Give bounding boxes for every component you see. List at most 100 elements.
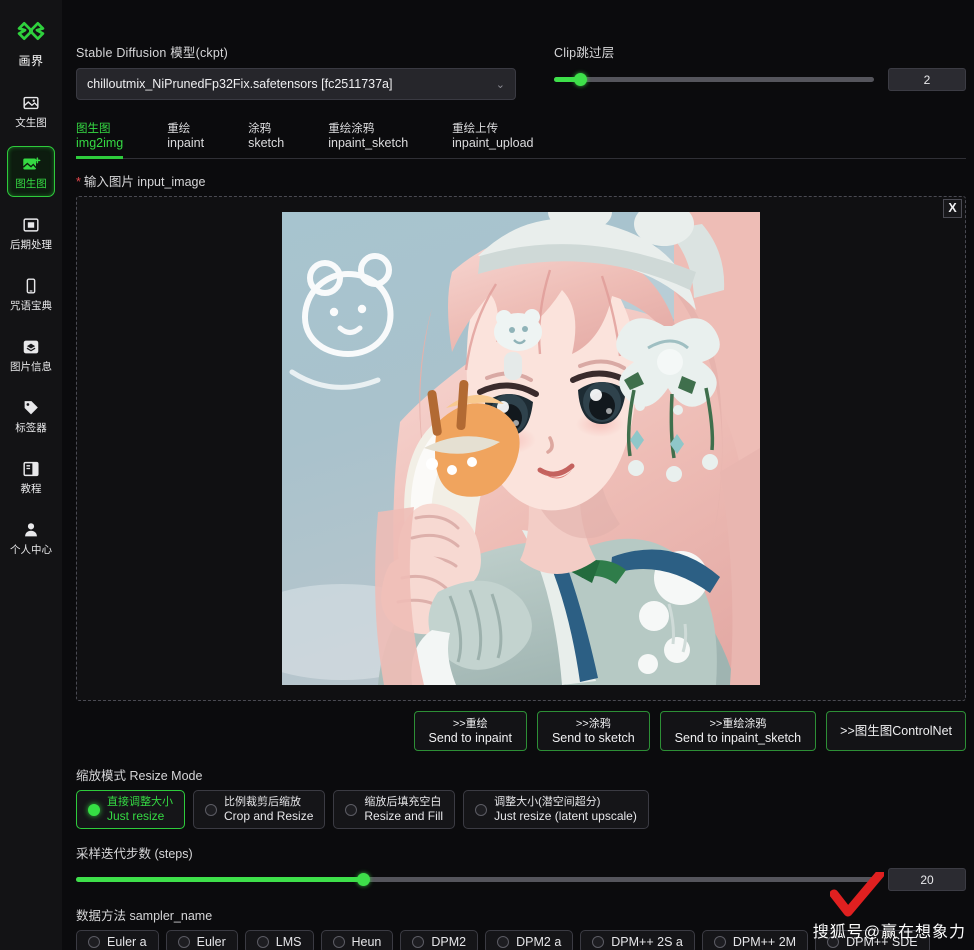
- tab-label-en: inpaint_sketch: [328, 136, 409, 150]
- model-select-value: chilloutmix_NiPrunedFp32Fix.safetensors …: [87, 77, 393, 91]
- model-selector-group: Stable Diffusion 模型(ckpt) chilloutmix_Ni…: [76, 42, 516, 100]
- option-label-en: DPM2: [431, 935, 467, 949]
- clip-skip-group: Clip跳过层 2: [554, 42, 966, 100]
- sampler-option-heun[interactable]: Heun: [320, 930, 394, 950]
- button-label-en: Send to inpaint_sketch: [674, 731, 802, 745]
- option-label-cn: 比例裁剪后缩放: [224, 796, 301, 808]
- radio-dot-icon: [177, 936, 190, 948]
- annotation-checkmark-icon: [830, 872, 884, 917]
- resize-mode-resize-and-fill[interactable]: 缩放后填充空白 Resize and Fill: [333, 790, 456, 829]
- steps-label: 采样迭代步数 (steps): [76, 847, 193, 861]
- send-to-sketch-button[interactable]: >>涂鸦 Send to sketch: [536, 711, 650, 751]
- resize-mode-just-resize[interactable]: 直接调整大小 Just resize: [76, 790, 185, 829]
- button-label-cn: >>涂鸦: [575, 718, 611, 730]
- sidebar-item-img2img[interactable]: 图生图: [7, 146, 55, 197]
- clip-skip-slider[interactable]: [554, 73, 874, 86]
- option-label-en: DPM2 a: [516, 935, 562, 949]
- sidebar-item-label: 咒语宝典: [10, 300, 52, 312]
- sidebar-item-label: 后期处理: [10, 239, 52, 251]
- button-label-cn: >>重绘: [452, 718, 488, 730]
- radio-dot-icon: [88, 936, 100, 948]
- postprocess-icon: [23, 218, 39, 232]
- input-image-label: 输入图片 input_image: [83, 175, 206, 189]
- tab-label-en: inpaint_upload: [452, 136, 534, 150]
- tab-label-cn: 涂鸦: [248, 123, 272, 135]
- radio-dot-icon: [412, 936, 425, 948]
- sampler-option-dpm2[interactable]: DPM2: [400, 930, 479, 950]
- image-info-icon: [23, 340, 39, 354]
- sidebar-item-tutorial[interactable]: 教程: [7, 451, 55, 502]
- model-select[interactable]: chilloutmix_NiPrunedFp32Fix.safetensors …: [76, 68, 516, 100]
- tab-label-en: inpaint: [167, 136, 205, 150]
- tab-sketch[interactable]: 涂鸦 sketch: [248, 120, 284, 158]
- sampler-option-dpm2-a[interactable]: DPM2 a: [485, 930, 574, 950]
- sidebar-item-label: 个人中心: [10, 544, 52, 556]
- sidebar-item-postprocess[interactable]: 后期处理: [7, 207, 55, 258]
- button-label: >>图生图ControlNet: [840, 724, 952, 738]
- tab-inpaint-upload[interactable]: 重绘上传 inpaint_upload: [452, 120, 533, 158]
- radio-dot-icon: [332, 936, 345, 948]
- radio-dot-icon: [205, 803, 217, 816]
- button-label-en: Send to inpaint: [428, 731, 512, 745]
- sidebar-item-label: 教程: [20, 483, 42, 495]
- tab-img2img[interactable]: 图生图 img2img: [76, 120, 124, 159]
- sampler-option-dpm-2s-a[interactable]: DPM++ 2S a: [580, 930, 695, 950]
- clip-skip-label: Clip跳过层: [554, 46, 615, 60]
- sidebar-item-label: 标签器: [15, 422, 47, 434]
- sidebar-item-label: 图片信息: [10, 361, 52, 373]
- option-label-en: Just resize (latent upscale): [494, 809, 637, 823]
- steps-value[interactable]: 20: [888, 868, 966, 891]
- button-label-cn: >>重绘涂鸦: [709, 718, 767, 730]
- sidebar-item-prompt-book[interactable]: 咒语宝典: [7, 268, 55, 319]
- option-label-en: Heun: [351, 935, 382, 949]
- input-image-label-row: * 输入图片 input_image: [76, 171, 966, 190]
- input-image-preview: [282, 212, 760, 685]
- steps-slider-fill: [76, 877, 364, 882]
- sidebar-item-user-account[interactable]: 个人中心: [7, 512, 55, 563]
- option-label-en: DPM++ 2M: [732, 935, 797, 949]
- resize-mode-crop-and-resize[interactable]: 比例裁剪后缩放 Crop and Resize: [193, 790, 326, 829]
- tab-label-en: sketch: [248, 136, 285, 150]
- sampler-option-lms[interactable]: LMS: [244, 930, 314, 950]
- send-to-inpaint-button[interactable]: >>重绘 Send to inpaint: [413, 711, 527, 751]
- close-icon[interactable]: X: [943, 199, 962, 218]
- radio-dot-icon: [345, 803, 358, 816]
- option-label-cn: 直接调整大小: [107, 796, 173, 808]
- sampler-option-euler-a[interactable]: Euler a: [76, 930, 159, 950]
- radio-dot-icon: [497, 936, 510, 948]
- input-image-panel[interactable]: X: [76, 196, 966, 701]
- sidebar-item-text2img[interactable]: 文生图: [7, 85, 55, 136]
- app-logo[interactable]: 画界: [14, 10, 48, 69]
- button-label-en: Send to sketch: [551, 731, 635, 745]
- option-label-en: Euler a: [107, 935, 147, 949]
- sidebar: 画界 文生图 图生图 后期处理 咒语宝典 图片信息 标签器 教程 个人中心: [0, 0, 62, 950]
- sampler-option-euler[interactable]: Euler: [165, 930, 238, 950]
- send-to-controlnet-button[interactable]: >>图生图ControlNet: [826, 711, 966, 751]
- resize-mode-group: 直接调整大小 Just resize 比例裁剪后缩放 Crop and Resi…: [76, 790, 966, 829]
- tab-inpaint[interactable]: 重绘 inpaint: [167, 120, 204, 158]
- steps-slider-handle[interactable]: [357, 873, 371, 886]
- tab-label-cn: 重绘: [167, 123, 191, 135]
- watermark-text: 搜狐号@赢在想象力: [812, 924, 966, 941]
- app-root: 画界 文生图 图生图 后期处理 咒语宝典 图片信息 标签器 教程 个人中心 St…: [0, 0, 974, 950]
- clip-skip-slider-handle[interactable]: [573, 73, 587, 86]
- radio-dot-icon: [592, 936, 605, 948]
- resize-mode-latent-upscale[interactable]: 调整大小(潜空间超分) Just resize (latent upscale): [463, 790, 649, 829]
- sidebar-item-image-info[interactable]: 图片信息: [7, 329, 55, 380]
- steps-slider[interactable]: [76, 873, 874, 886]
- sidebar-item-tagger[interactable]: 标签器: [7, 390, 55, 441]
- chevron-down-icon: ⌄: [495, 78, 505, 91]
- option-label-en: Euler: [196, 935, 226, 949]
- img2img-tabs: 图生图 img2img 重绘 inpaint 涂鸦 sketch 重绘涂鸦 in…: [76, 120, 966, 159]
- clip-skip-value[interactable]: 2: [888, 68, 966, 91]
- sidebar-item-label: 图生图: [15, 178, 47, 190]
- sampler-option-dpm-2m[interactable]: DPM++ 2M: [701, 930, 809, 950]
- tutorial-icon: [23, 461, 39, 477]
- send-to-buttons: >>重绘 Send to inpaint >>涂鸦 Send to sketch…: [76, 711, 966, 751]
- send-to-inpaint-sketch-button[interactable]: >>重绘涂鸦 Send to inpaint_sketch: [659, 711, 817, 751]
- top-controls-row: Stable Diffusion 模型(ckpt) chilloutmix_Ni…: [76, 0, 966, 100]
- text2img-icon: [23, 96, 39, 110]
- tab-inpaint-sketch[interactable]: 重绘涂鸦 inpaint_sketch: [328, 120, 408, 158]
- option-label-en: LMS: [275, 935, 302, 949]
- prompt-book-icon: [26, 278, 36, 294]
